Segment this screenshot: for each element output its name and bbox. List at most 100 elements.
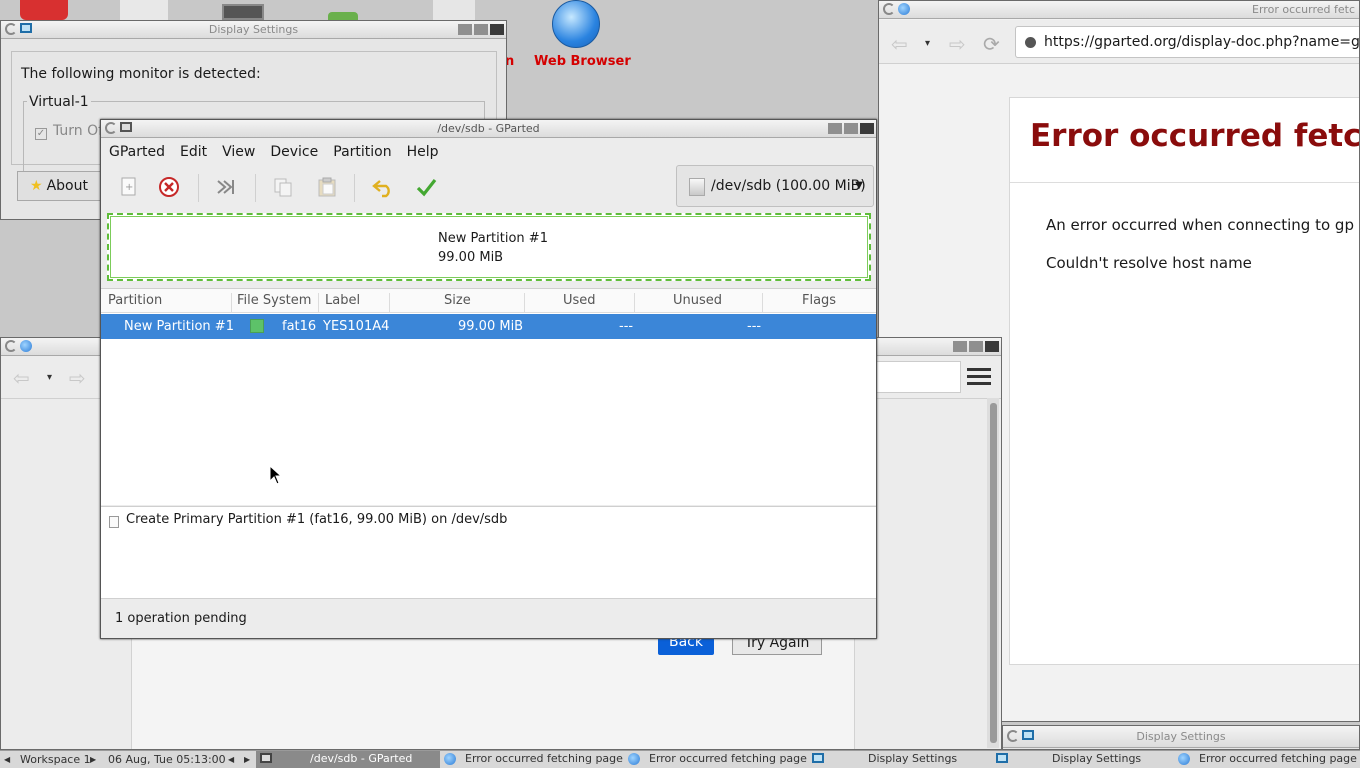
- globe-icon: [628, 753, 640, 765]
- operations-list: Create Primary Partition #1 (fat16, 99.0…: [101, 506, 876, 598]
- browser-right-title: Error occurred fetc: [1252, 3, 1355, 16]
- disk-icon: [689, 178, 705, 196]
- menu-hamburger-icon[interactable]: [967, 368, 991, 386]
- next-icon[interactable]: ▶: [244, 755, 250, 764]
- reload-icon[interactable]: ⟳: [983, 32, 1000, 56]
- display-settings-titlebar[interactable]: Display Settings: [1, 21, 506, 39]
- star-icon: ★: [30, 178, 43, 194]
- window-buttons[interactable]: [828, 123, 874, 134]
- menu-edit[interactable]: Edit: [180, 139, 207, 165]
- desktop-icon-blank[interactable]: [433, 0, 475, 20]
- window-buttons[interactable]: [953, 341, 999, 352]
- taskbar-item-label: Error occurred fetching page -: [465, 752, 624, 765]
- gparted-icon: [260, 753, 272, 763]
- next-workspace-icon[interactable]: ▶: [90, 755, 96, 764]
- taskbar-item-browser-3[interactable]: Error occurred fetching page -: [1174, 751, 1360, 768]
- taskbar-item-label: Display Settings: [868, 752, 958, 765]
- table-header: Partition File System Label Size Used Un…: [101, 289, 876, 313]
- gparted-titlebar[interactable]: /dev/sdb - GParted: [101, 120, 876, 138]
- undo-icon[interactable]: [372, 176, 394, 198]
- desktop-icon-monitor[interactable]: [222, 4, 264, 20]
- gparted-title: /dev/sdb - GParted: [437, 122, 540, 135]
- prev-icon[interactable]: ◀: [228, 755, 234, 764]
- cell-partition: New Partition #1: [124, 319, 234, 334]
- new-partition-icon[interactable]: +: [118, 176, 140, 198]
- display-settings-window-2: Display Settings: [1002, 725, 1360, 750]
- error-detail: Couldn't resolve host name: [1046, 254, 1252, 272]
- search-input[interactable]: [877, 361, 961, 393]
- history-dropdown-icon[interactable]: ▾: [925, 38, 930, 49]
- error-card: Error occurred fetching An error occurre…: [1009, 97, 1359, 665]
- back-arrow-icon[interactable]: ⇦: [891, 32, 908, 56]
- col-flags[interactable]: Flags: [802, 293, 836, 308]
- status-text: 1 operation pending: [115, 611, 247, 626]
- monitor-name: Virtual-1: [27, 94, 91, 110]
- turn-off-label: Turn Of: [53, 123, 104, 139]
- apply-icon[interactable]: [415, 176, 437, 198]
- fat16-swatch: [250, 319, 264, 333]
- debian-icon: [105, 122, 117, 134]
- taskbar-item-browser-2[interactable]: Error occurred fetching page -: [624, 751, 808, 768]
- taskbar-item-display-1[interactable]: Display Settings: [808, 751, 992, 768]
- forward-arrow-icon[interactable]: ⇨: [949, 32, 966, 56]
- taskbar-item-gparted[interactable]: /dev/sdb - GParted: [256, 751, 440, 768]
- debian-icon: [5, 23, 17, 35]
- site-info-icon[interactable]: [1025, 37, 1036, 48]
- menu-view[interactable]: View: [222, 139, 255, 165]
- taskbar-item-browser-1[interactable]: Error occurred fetching page -: [440, 751, 624, 768]
- operation-icon: [109, 516, 119, 528]
- taskbar-item-label: Error occurred fetching page -: [649, 752, 808, 765]
- about-button[interactable]: ★ About: [17, 171, 101, 201]
- paste-icon[interactable]: [316, 176, 338, 198]
- cell-used: ---: [619, 319, 634, 334]
- status-bar: 1 operation pending: [101, 598, 876, 638]
- web-browser-label[interactable]: Web Browser: [534, 54, 631, 69]
- turn-off-checkbox[interactable]: ✓ Turn Of: [35, 123, 103, 140]
- col-size[interactable]: Size: [444, 293, 471, 308]
- workspace-label[interactable]: Workspace 1: [20, 753, 91, 766]
- desktop-icon-gray[interactable]: [120, 0, 168, 20]
- clock[interactable]: 06 Aug, Tue 05:13:00: [108, 753, 226, 766]
- debian-icon: [1007, 730, 1019, 742]
- operation-item[interactable]: Create Primary Partition #1 (fat16, 99.0…: [126, 512, 507, 527]
- vertical-scrollbar[interactable]: [987, 398, 999, 748]
- history-dropdown-icon[interactable]: ▾: [47, 372, 52, 383]
- resize-move-icon[interactable]: [215, 176, 237, 198]
- taskbar-item-label: Display Settings: [1052, 752, 1142, 765]
- col-partition[interactable]: Partition: [108, 293, 162, 308]
- device-selector[interactable]: /dev/sdb (100.00 MiB) ▼: [676, 165, 874, 207]
- partition-map-size: 99.00 MiB: [438, 250, 504, 265]
- back-arrow-icon[interactable]: ⇦: [13, 366, 30, 390]
- col-label[interactable]: Label: [325, 293, 360, 308]
- prev-workspace-icon[interactable]: ◀: [4, 755, 10, 764]
- debian-icon: [5, 340, 17, 352]
- table-row[interactable]: New Partition #1 fat16 YES101A4 99.00 Mi…: [101, 314, 876, 339]
- partition-map[interactable]: New Partition #1 99.00 MiB: [107, 213, 871, 281]
- taskbar-item-label: Error occurred fetching page -: [1199, 752, 1360, 765]
- mouse-cursor-icon: [269, 465, 281, 485]
- about-label: About: [46, 178, 88, 194]
- copy-icon[interactable]: [272, 176, 294, 198]
- display-settings-2-titlebar[interactable]: Display Settings: [1003, 726, 1359, 748]
- globe-icon: [20, 340, 32, 352]
- menu-device[interactable]: Device: [270, 139, 318, 165]
- delete-icon[interactable]: [158, 176, 180, 198]
- web-browser-icon[interactable]: [552, 0, 600, 48]
- display-settings-2-title: Display Settings: [1136, 730, 1226, 743]
- col-unused[interactable]: Unused: [673, 293, 722, 308]
- taskbar-item-label: /dev/sdb - GParted: [310, 752, 413, 765]
- browser-right-titlebar[interactable]: Error occurred fetc: [879, 1, 1359, 19]
- col-used[interactable]: Used: [563, 293, 596, 308]
- desktop-icon-red[interactable]: [20, 0, 68, 20]
- menu-gparted[interactable]: GParted: [109, 139, 165, 165]
- cell-file-system: fat16: [282, 319, 317, 334]
- url-bar[interactable]: https://gparted.org/display-doc.php?name…: [1015, 26, 1359, 58]
- window-buttons[interactable]: [458, 24, 504, 35]
- col-file-system[interactable]: File System: [237, 293, 311, 308]
- globe-icon: [898, 3, 910, 15]
- menu-partition[interactable]: Partition: [333, 139, 391, 165]
- menu-help[interactable]: Help: [407, 139, 439, 165]
- taskbar-item-display-2[interactable]: Display Settings: [992, 751, 1174, 768]
- forward-arrow-icon[interactable]: ⇨: [69, 366, 86, 390]
- display-settings-title: Display Settings: [208, 23, 299, 36]
